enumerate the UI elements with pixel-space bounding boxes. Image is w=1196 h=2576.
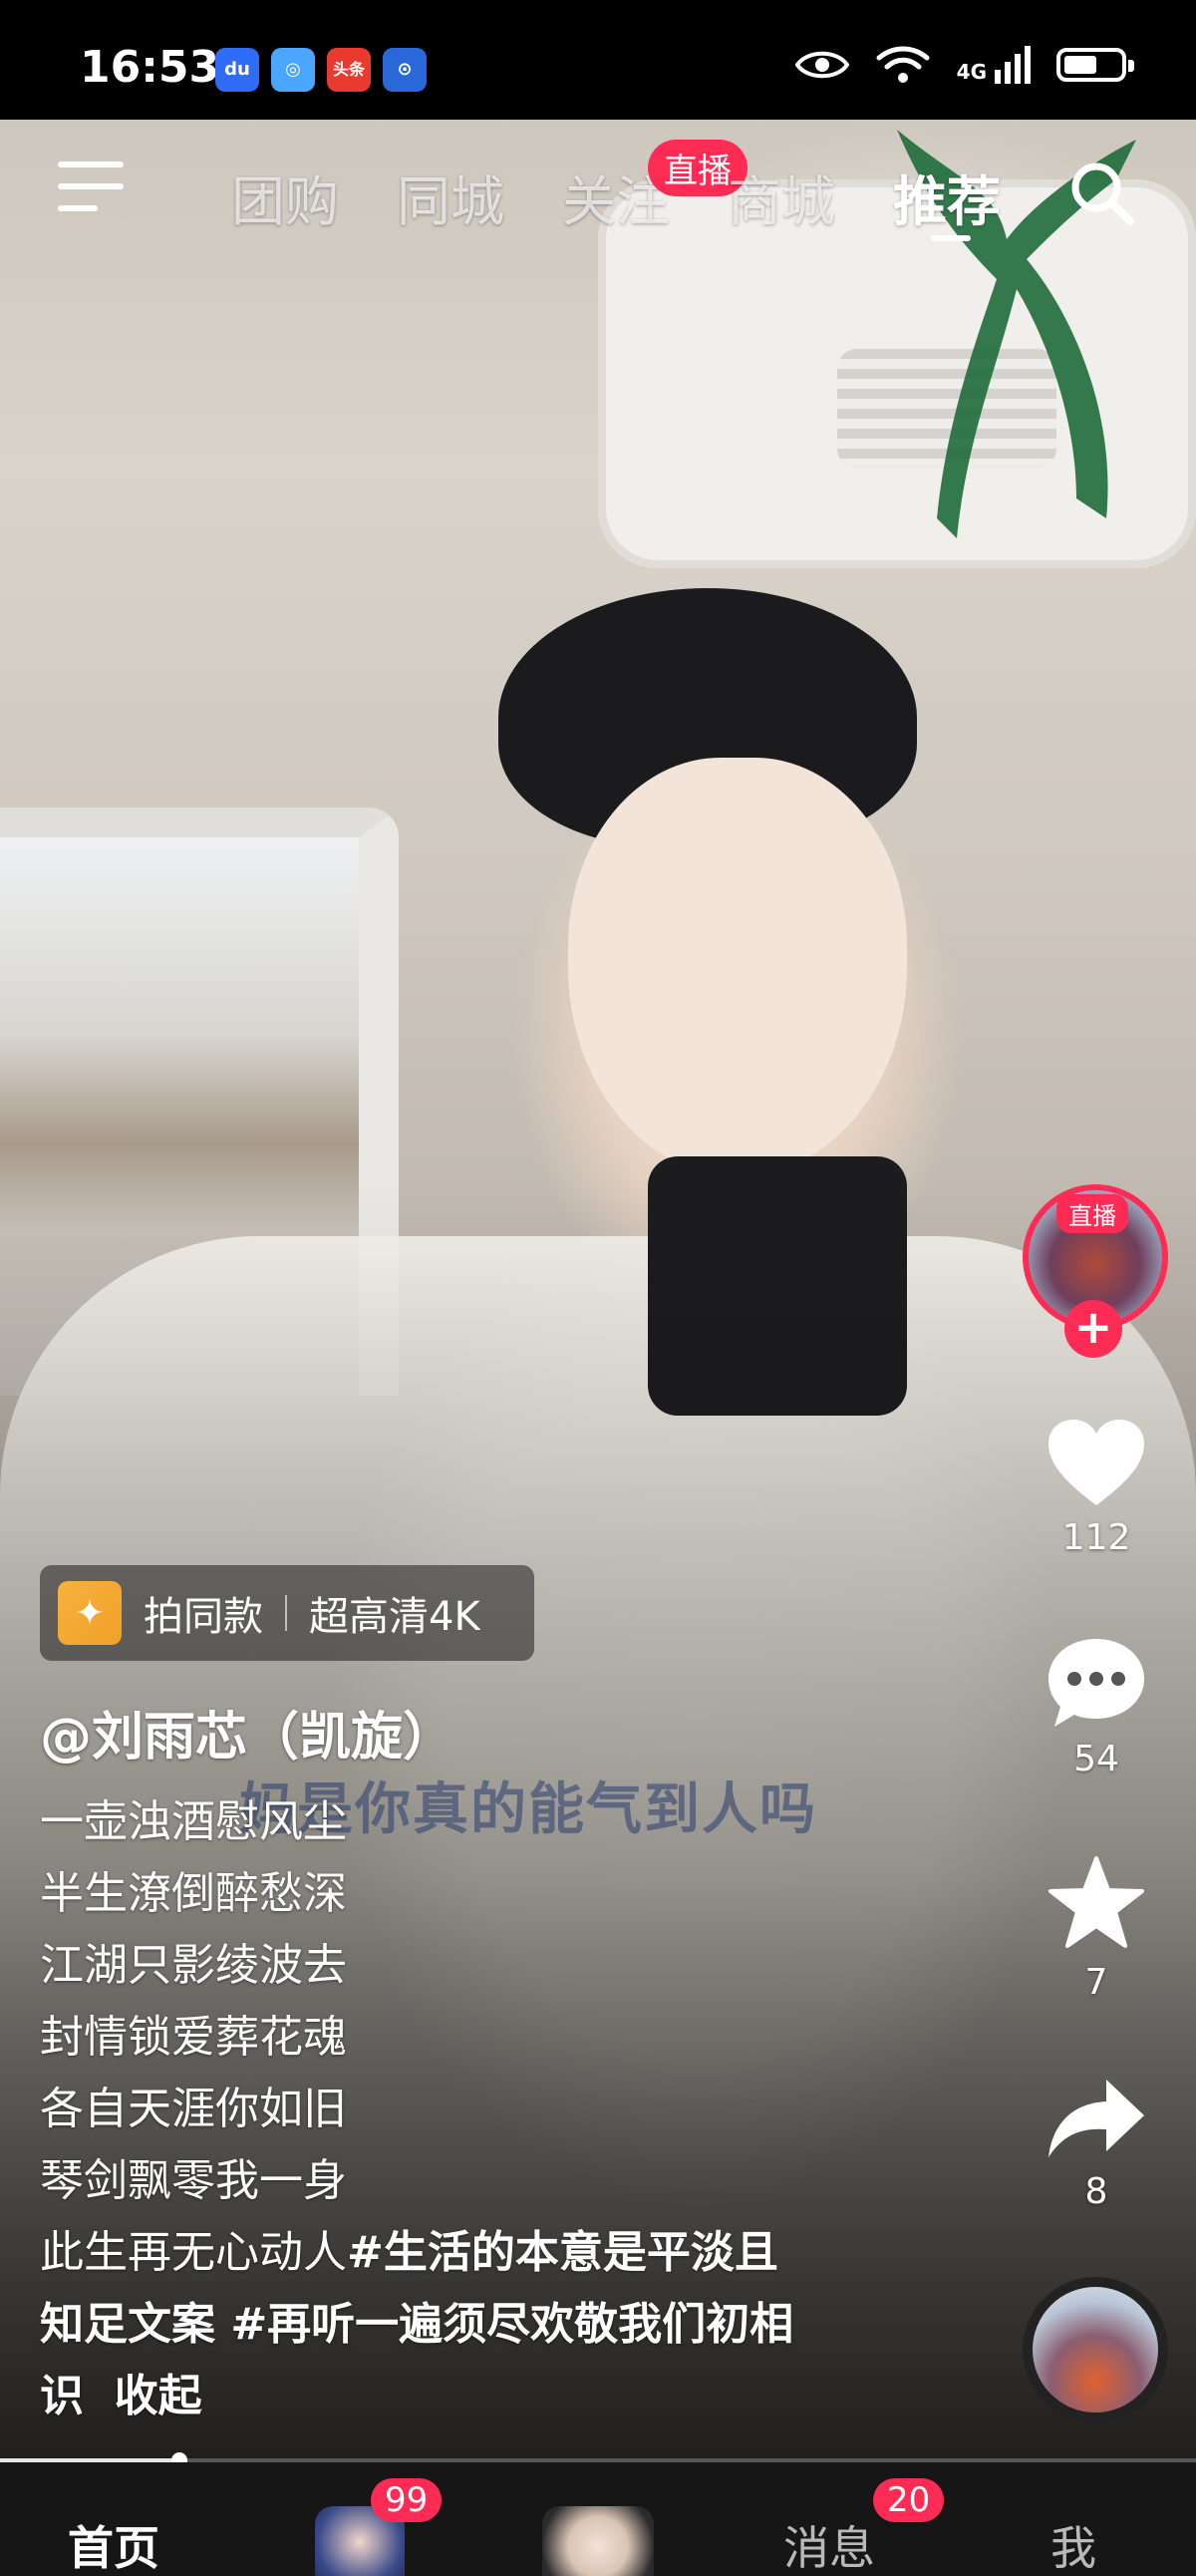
comment-count: 54 [1073, 1739, 1119, 1779]
favorite-button[interactable]: 7 [1037, 1854, 1156, 2003]
feature-chip[interactable]: ✦ 拍同款 超高清4K [40, 1565, 534, 1661]
tab-group-buy[interactable]: 团购 [231, 158, 339, 236]
music-disc[interactable] [1023, 2277, 1168, 2422]
toutiao-icon: 头条 [327, 48, 371, 92]
desc-line: 琴剑飘零我一身 [40, 2155, 347, 2206]
chip-divider [285, 1595, 287, 1631]
desc-text: 识 [40, 2371, 84, 2421]
desc-line: 各自天涯你如旧 [40, 2084, 347, 2134]
top-nav: 团购 同城 关注 直播 商城 推荐 [0, 140, 1196, 249]
messages-badge: 20 [873, 2478, 945, 2522]
eye-icon [794, 51, 849, 79]
menu-icon[interactable] [58, 161, 124, 215]
desc-line: 封情锁爱葬花魂 [40, 2012, 347, 2063]
collapse-button[interactable]: 收起 [115, 2371, 202, 2421]
follow-button[interactable]: + [1064, 1300, 1122, 1358]
quality-label[interactable]: 超高清4K [309, 1584, 480, 1642]
tab-mall[interactable]: 商城 [728, 158, 835, 236]
like-count: 112 [1061, 1517, 1131, 1558]
star-icon [1048, 1856, 1144, 1948]
bottom-tab-bar: 首页 99 消息 20 我 [0, 2462, 1196, 2576]
tab-messages[interactable]: 消息 [783, 2512, 875, 2576]
status-bar: 16:53 du ◎ 头条 ⊙ 4G [0, 0, 1196, 120]
hashtag-link[interactable]: 知足文案 #再听一遍须尽欢敬我们初相 [40, 2289, 897, 2361]
share-count: 8 [1084, 2171, 1108, 2212]
desc-line: 一壶浊酒慰风尘 [40, 1796, 347, 1847]
video-feed-screen[interactable]: 妈是你真的能气到人吗 16:53 du ◎ 头条 ⊙ 4G 团购 同城 关注 直… [0, 0, 1196, 2576]
desc-line: 识 收起 [40, 2361, 897, 2432]
heart-icon [1048, 1420, 1144, 1505]
tab-recommend[interactable]: 推荐 [893, 158, 1001, 236]
sparkle-icon: ✦ [58, 1581, 122, 1645]
friends-badge: 99 [371, 2478, 443, 2522]
desc-line: 半生潦倒醉愁深 [40, 1868, 347, 1919]
app-icon: ⊙ [383, 48, 427, 92]
wifi-icon [876, 46, 930, 83]
avatar-live-badge: 直播 [1056, 1194, 1128, 1233]
desc-text: 此生再无心动人 [40, 2227, 347, 2278]
status-indicators: 4G [794, 44, 1134, 86]
hashtag-link[interactable]: #生活的本意是平淡且 [347, 2227, 778, 2278]
tab-nearby[interactable]: 同城 [397, 158, 504, 236]
create-avatar-button[interactable] [542, 2506, 654, 2576]
tab-home[interactable]: 首页 [68, 2512, 159, 2576]
like-button[interactable]: 112 [1037, 1416, 1156, 1558]
search-icon[interactable] [1066, 158, 1138, 229]
battery-icon [1056, 48, 1134, 82]
signal-icon: 4G [957, 46, 1031, 84]
share-button[interactable]: 8 [1037, 2074, 1156, 2212]
share-icon [1048, 2080, 1144, 2157]
face [568, 758, 907, 1176]
comment-button[interactable]: 54 [1037, 1635, 1156, 1779]
favorite-count: 7 [1084, 1962, 1108, 2003]
tab-me[interactable]: 我 [1050, 2512, 1096, 2576]
desc-line: 此生再无心动人#生活的本意是平淡且 [40, 2217, 897, 2289]
shoot-same-label[interactable]: 拍同款 [144, 1584, 263, 1642]
video-description: 一壶浊酒慰风尘 半生潦倒醉愁深 江湖只影绫波去 封情锁爱葬花魂 各自天涯你如旧 … [40, 1786, 897, 2432]
baidu-icon: du [215, 48, 259, 92]
desc-line: 江湖只影绫波去 [40, 1940, 347, 1991]
status-time: 16:53 [80, 42, 220, 93]
browser-icon: ◎ [271, 48, 315, 92]
active-tab-indicator [931, 235, 971, 241]
author-name[interactable]: @刘雨芯（凯旋） [40, 1695, 454, 1770]
comment-icon [1048, 1639, 1144, 1727]
